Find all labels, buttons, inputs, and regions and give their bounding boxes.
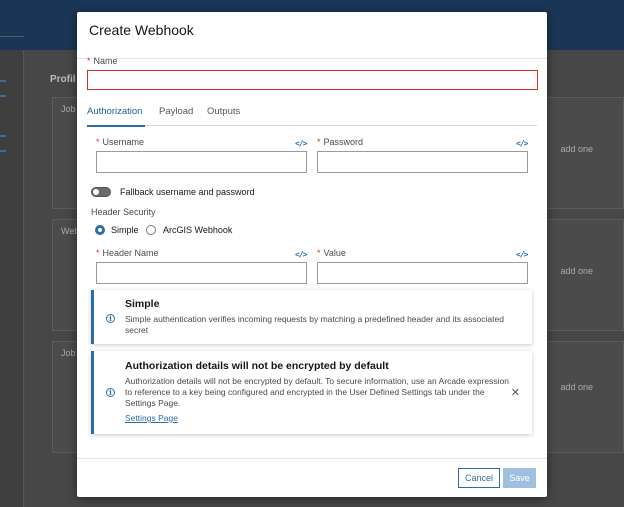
username-label: * Username	[96, 137, 145, 147]
create-webhook-dialog: Create Webhook * Name Authorization Paylo…	[77, 12, 547, 497]
notice-title: Simple	[125, 298, 160, 310]
tab-payload[interactable]: Payload	[159, 106, 199, 126]
radio-simple[interactable]	[95, 225, 105, 235]
sidebar-marker	[0, 95, 6, 97]
header-name-input[interactable]	[96, 262, 307, 284]
card-title: Job	[61, 104, 76, 114]
header-name-label-text: Header Name	[102, 248, 159, 258]
radio-arcgis-webhook[interactable]	[146, 225, 156, 235]
notice-body: Simple authentication verifies incoming …	[125, 314, 504, 335]
code-icon[interactable]: </>	[516, 250, 528, 259]
simple-notice: i Simple Simple authentication verifies …	[91, 290, 532, 344]
fallback-label: Fallback username and password	[120, 187, 255, 197]
password-label: * Password	[317, 137, 364, 147]
dialog-title: Create Webhook	[89, 22, 194, 38]
sidebar-marker	[0, 80, 6, 82]
app-sidebar	[0, 36, 24, 507]
radio-simple-label: Simple	[111, 225, 139, 235]
name-label: * Name	[87, 56, 118, 66]
header-divider	[77, 58, 547, 59]
card-title: Job	[61, 348, 76, 358]
sidebar-marker	[0, 150, 6, 152]
name-input[interactable]	[87, 70, 538, 90]
save-button[interactable]: Save	[503, 468, 536, 488]
notice-title: Authorization details will not be encryp…	[125, 360, 389, 372]
code-icon[interactable]: </>	[295, 139, 307, 148]
tab-bar: Authorization Payload Outputs	[87, 106, 537, 127]
info-icon: i	[106, 388, 115, 397]
tab-outputs[interactable]: Outputs	[207, 106, 247, 126]
radio-arcgis-webhook-label: ArcGIS Webhook	[163, 225, 233, 235]
tab-authorization[interactable]: Authorization	[87, 106, 145, 127]
profile-heading: Profil	[50, 74, 76, 85]
header-value-input[interactable]	[317, 262, 528, 284]
sidebar-divider	[0, 36, 24, 37]
card-add-text: add one	[560, 382, 593, 392]
header-name-label: * Header Name	[96, 248, 159, 258]
card-add-text: add one	[560, 144, 593, 154]
notice-body: Authorization details will not be encryp…	[125, 376, 509, 408]
card-add-text: add one	[560, 266, 593, 276]
footer-divider	[77, 458, 547, 459]
close-icon[interactable]: ✕	[511, 386, 520, 399]
code-icon[interactable]: </>	[516, 139, 528, 148]
code-icon[interactable]: </>	[295, 250, 307, 259]
header-security-label: Header Security	[91, 207, 156, 217]
password-input[interactable]	[317, 151, 528, 173]
password-label-text: Password	[323, 137, 364, 147]
info-icon: i	[106, 314, 115, 323]
header-value-label: * Value	[317, 248, 346, 258]
cancel-button[interactable]: Cancel	[458, 468, 500, 488]
fallback-toggle[interactable]	[91, 187, 111, 197]
toggle-knob	[93, 189, 99, 195]
settings-page-link[interactable]: Settings Page	[125, 413, 178, 423]
name-label-text: Name	[93, 56, 118, 66]
encryption-notice: i Authorization details will not be encr…	[91, 351, 532, 434]
header-value-label-text: Value	[323, 248, 346, 258]
username-label-text: Username	[102, 137, 145, 147]
username-input[interactable]	[96, 151, 307, 173]
sidebar-marker	[0, 135, 6, 137]
